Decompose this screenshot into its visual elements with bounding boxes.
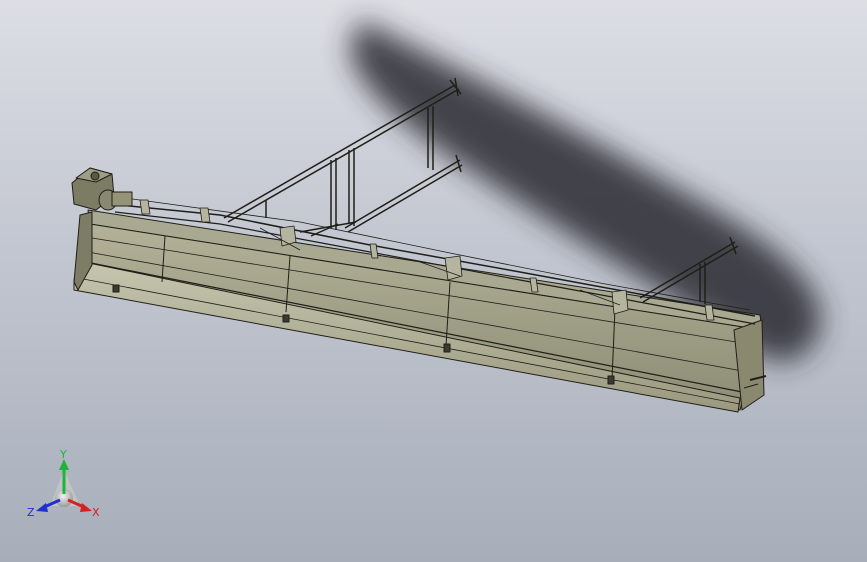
coordinate-triad: Y X Z bbox=[27, 448, 100, 519]
y-axis-label: Y bbox=[59, 448, 67, 461]
z-axis-label: Z bbox=[27, 506, 35, 519]
upper-frame bbox=[223, 77, 463, 237]
x-axis-label: X bbox=[92, 506, 100, 519]
graphics-viewport[interactable]: Y X Z bbox=[0, 0, 867, 562]
model-view[interactable] bbox=[0, 0, 867, 562]
drive-motor bbox=[71, 167, 133, 211]
